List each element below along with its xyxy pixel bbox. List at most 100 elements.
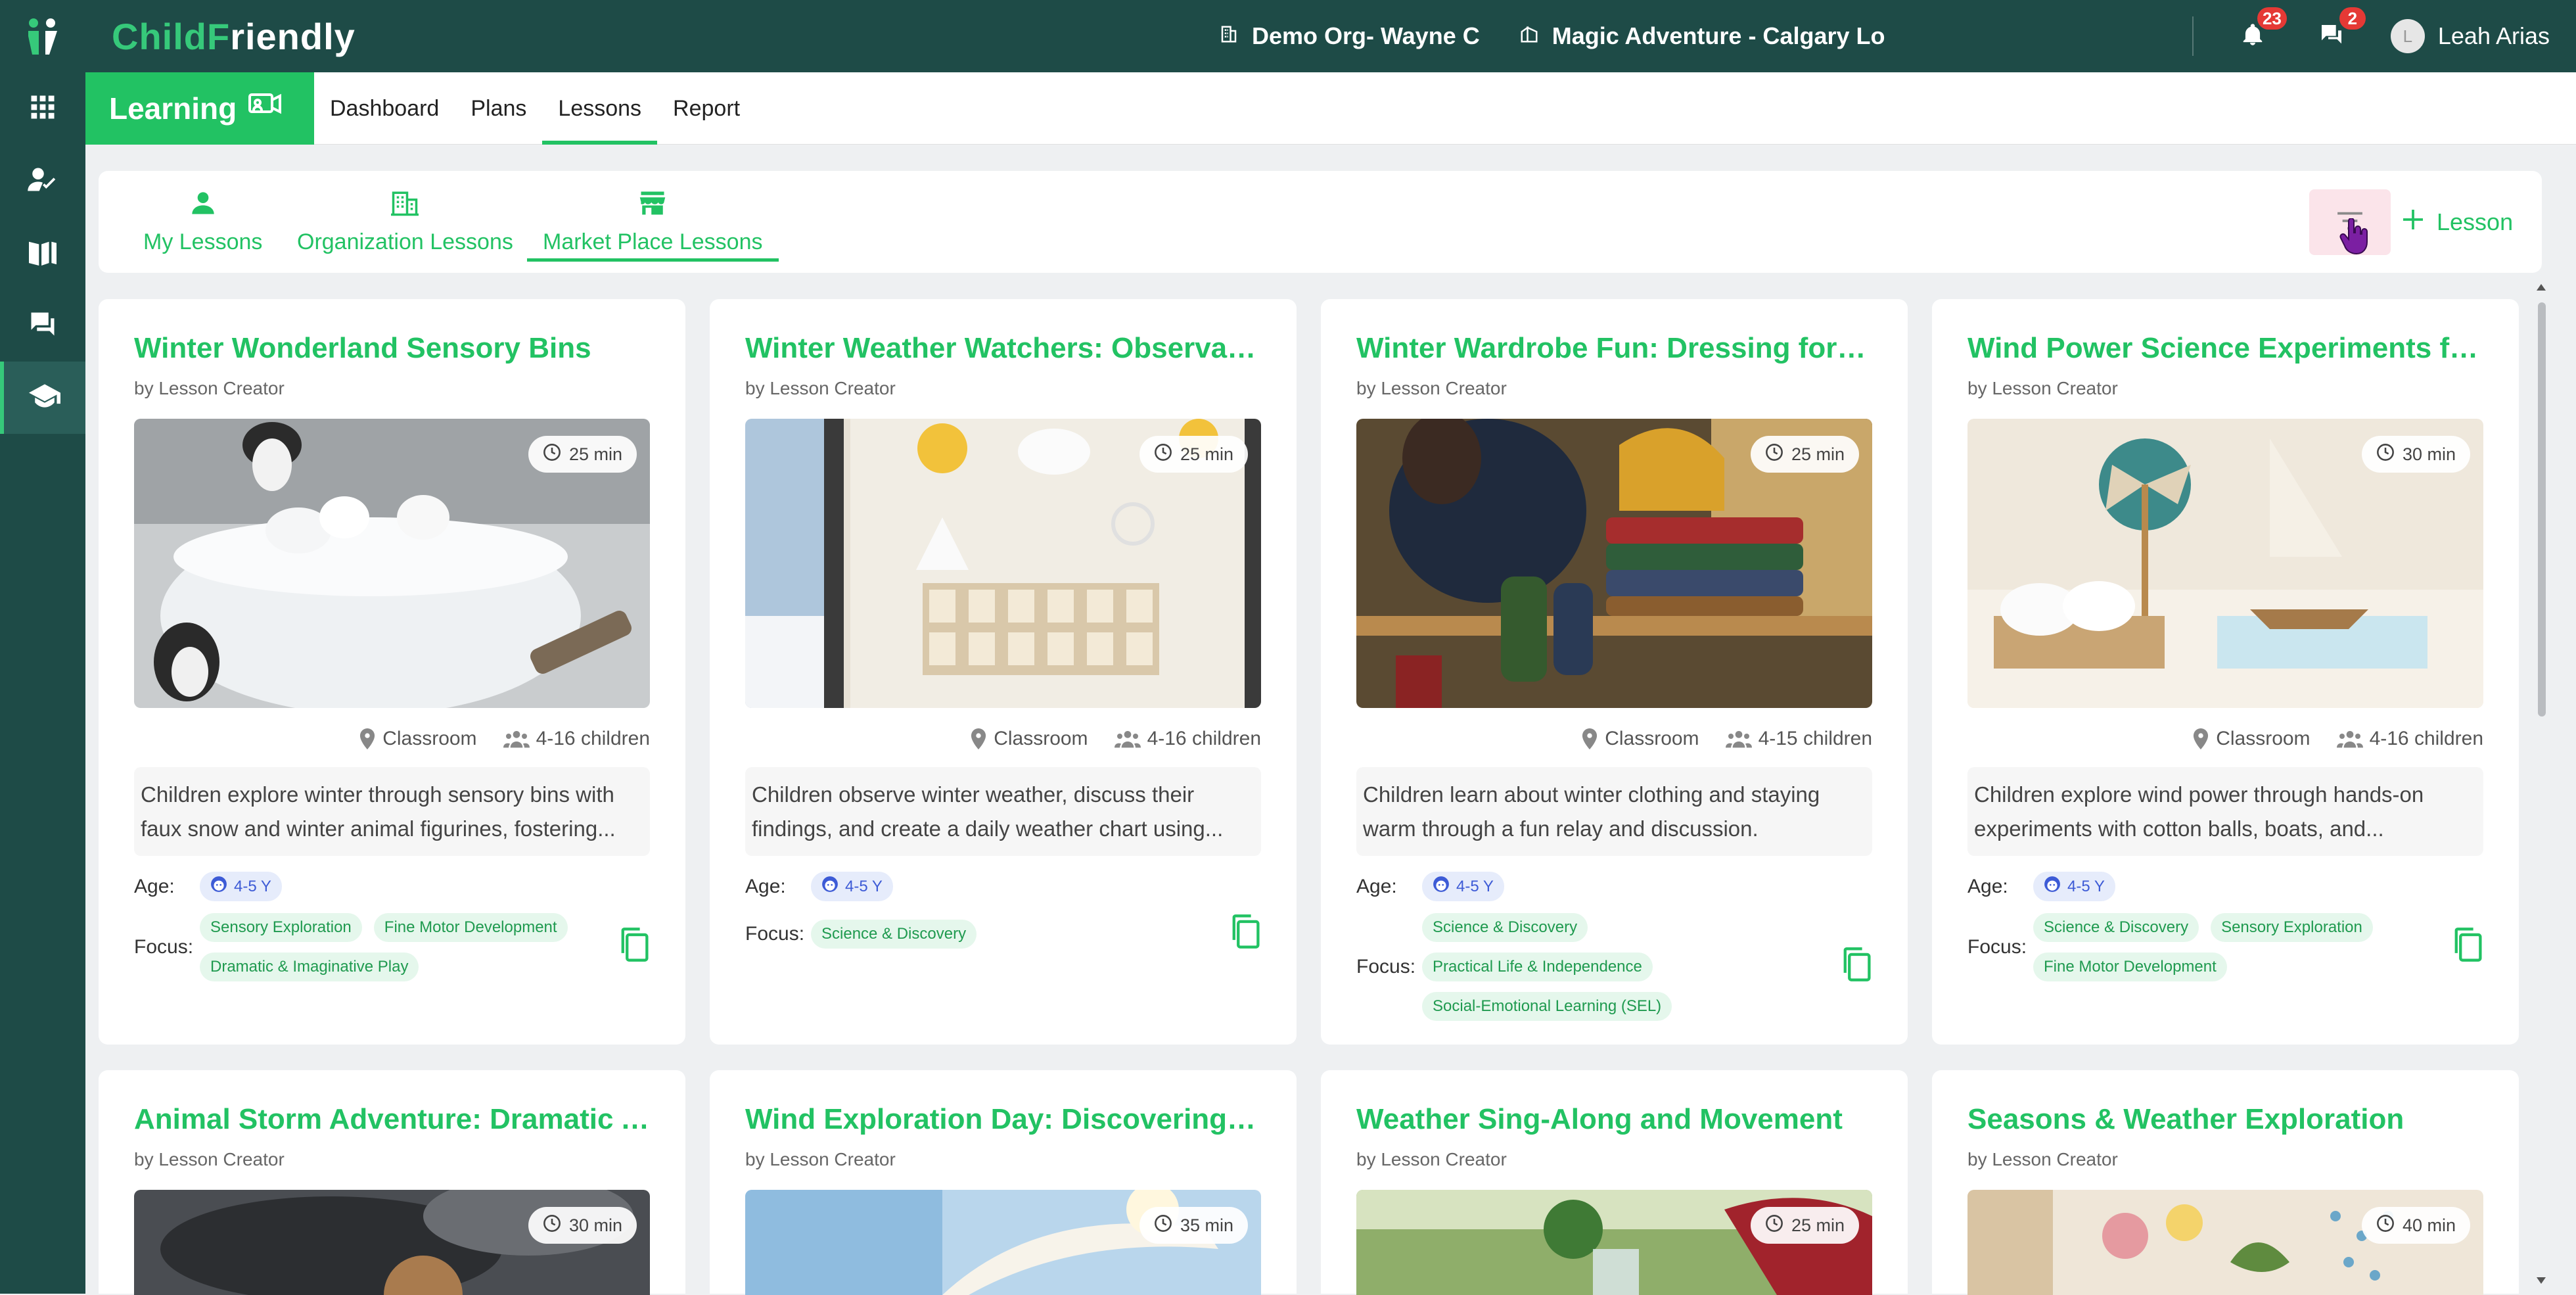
sidebar-item-apps[interactable] bbox=[0, 72, 85, 145]
age-label: Age: bbox=[1967, 875, 2008, 897]
group-size: 4-16 children bbox=[503, 728, 650, 750]
clock-icon bbox=[1154, 1214, 1172, 1237]
lesson-card[interactable]: Winter Weather Watchers: Observati... by… bbox=[710, 299, 1297, 1045]
user-name: Leah Arias bbox=[2437, 22, 2550, 49]
lesson-author: by Lesson Creator bbox=[1356, 1149, 1507, 1169]
lesson-title[interactable]: Winter Wonderland Sensory Bins bbox=[134, 332, 650, 365]
age-row: Age: 4-5 Y bbox=[745, 872, 1261, 901]
person-check-icon bbox=[28, 166, 58, 197]
tab-organization-lessons[interactable]: Organization Lessons bbox=[297, 189, 513, 262]
clock-icon bbox=[1765, 1214, 1783, 1237]
lesson-title[interactable]: Winter Wardrobe Fun: Dressing for C... bbox=[1356, 332, 1872, 365]
lesson-image: 25 min bbox=[1356, 1190, 1872, 1295]
module-title[interactable]: Learning bbox=[85, 72, 314, 145]
learning-screen-icon bbox=[248, 91, 283, 126]
lesson-meta: Classroom 4-16 children bbox=[134, 728, 650, 750]
tab-market-place-lessons[interactable]: Market Place Lessons bbox=[527, 189, 779, 262]
focus-tags: Science & Discovery Practical Life & Ind… bbox=[1422, 913, 1816, 1021]
lesson-author: by Lesson Creator bbox=[134, 378, 285, 398]
age-chip: 4-5 Y bbox=[2033, 872, 2115, 901]
lesson-description: Children explore winter through sensory … bbox=[134, 767, 650, 856]
plus-icon bbox=[2401, 208, 2425, 237]
child-face-icon bbox=[2044, 876, 2061, 897]
age-label: Age: bbox=[745, 875, 786, 897]
age-row: Age: 4-5 Y bbox=[1967, 872, 2483, 901]
duration-text: 30 min bbox=[568, 1215, 622, 1235]
lesson-card[interactable]: Winter Wonderland Sensory Bins by Lesson… bbox=[99, 299, 685, 1045]
lesson-image: 25 min bbox=[1356, 419, 1872, 708]
add-lesson-button[interactable]: Lesson bbox=[2401, 189, 2513, 255]
lesson-card[interactable]: Animal Storm Adventure: Dramatic A... by… bbox=[99, 1070, 685, 1295]
child-face-icon bbox=[821, 876, 839, 897]
lesson-title[interactable]: Winter Weather Watchers: Observati... bbox=[745, 332, 1261, 365]
clock-icon bbox=[1765, 443, 1783, 466]
tab-label: Market Place Lessons bbox=[543, 229, 763, 254]
focus-tag: Fine Motor Development bbox=[2033, 953, 2227, 981]
notifications-badge: 23 bbox=[2257, 7, 2287, 30]
lesson-image: 30 min bbox=[1967, 419, 2483, 708]
brand[interactable]: ChildFriendly bbox=[20, 0, 356, 72]
brand-name: ChildFriendly bbox=[112, 15, 356, 57]
notifications-button[interactable]: 23 bbox=[2233, 7, 2287, 56]
nav-lessons[interactable]: Lessons bbox=[542, 72, 658, 145]
scroll-thumb[interactable] bbox=[2538, 302, 2546, 717]
focus-tags: Science & Discovery bbox=[811, 920, 1205, 949]
vertical-scrollbar[interactable] bbox=[2534, 283, 2548, 1294]
nav-report[interactable]: Report bbox=[657, 72, 756, 145]
lesson-card[interactable]: Wind Exploration Day: Discovering H... b… bbox=[710, 1070, 1297, 1295]
age-chip: 4-5 Y bbox=[200, 872, 282, 901]
sidebar-item-attendance[interactable] bbox=[0, 145, 85, 217]
lesson-author: by Lesson Creator bbox=[1967, 378, 2118, 398]
lesson-card[interactable]: Weather Sing-Along and Movement by Lesso… bbox=[1321, 1070, 1908, 1295]
messages-button[interactable]: 2 bbox=[2312, 7, 2366, 56]
lesson-title[interactable]: Wind Exploration Day: Discovering H... bbox=[745, 1103, 1261, 1136]
sidebar-item-learning[interactable] bbox=[0, 362, 85, 434]
lesson-author: by Lesson Creator bbox=[1356, 378, 1507, 398]
copy-lesson-icon[interactable] bbox=[618, 926, 650, 968]
location-item[interactable]: Magic Adventure - Calgary Lo bbox=[1519, 22, 1885, 50]
user-menu[interactable]: L Leah Arias bbox=[2390, 19, 2550, 53]
scroll-down-arrow-icon[interactable] bbox=[2535, 1276, 2547, 1288]
nav-dashboard[interactable]: Dashboard bbox=[314, 72, 455, 145]
nav-links: Dashboard Plans Lessons Report bbox=[314, 72, 756, 145]
office-building-icon bbox=[1219, 22, 1239, 50]
focus-tag: Sensory Exploration bbox=[2211, 913, 2373, 942]
lesson-image: 30 min bbox=[134, 1190, 650, 1295]
sidebar-item-library[interactable] bbox=[0, 217, 85, 289]
scroll-up-arrow-icon[interactable] bbox=[2535, 283, 2547, 295]
age-chip: 4-5 Y bbox=[1422, 872, 1504, 901]
focus-tag: Social-Emotional Learning (SEL) bbox=[1422, 992, 1672, 1021]
copy-lesson-icon[interactable] bbox=[1230, 913, 1261, 955]
add-lesson-label: Lesson bbox=[2437, 208, 2514, 235]
lesson-card[interactable]: Winter Wardrobe Fun: Dressing for C... b… bbox=[1321, 299, 1908, 1045]
clock-icon bbox=[2376, 443, 2395, 466]
org-name: Demo Org- Wayne C bbox=[1252, 22, 1480, 49]
lesson-card[interactable]: Wind Power Science Experiments for... by… bbox=[1932, 299, 2519, 1045]
lesson-title[interactable]: Weather Sing-Along and Movement bbox=[1356, 1103, 1872, 1136]
lesson-description: Children observe winter weather, discuss… bbox=[745, 767, 1261, 856]
lesson-title[interactable]: Wind Power Science Experiments for... bbox=[1967, 332, 2483, 365]
graduation-cap-icon bbox=[29, 383, 60, 413]
lesson-card[interactable]: Seasons & Weather Exploration by Lesson … bbox=[1932, 1070, 2519, 1295]
focus-row: Focus: Sensory Exploration Fine Motor De… bbox=[134, 913, 650, 981]
group-icon bbox=[1114, 730, 1141, 748]
sidebar-item-messages[interactable] bbox=[0, 289, 85, 362]
copy-lesson-icon[interactable] bbox=[1841, 946, 1872, 988]
copy-lesson-icon[interactable] bbox=[2452, 926, 2483, 968]
map-pin-icon bbox=[970, 728, 987, 749]
duration-badge: 25 min bbox=[528, 436, 637, 473]
lesson-image: 35 min bbox=[745, 1190, 1261, 1295]
tab-my-lessons[interactable]: My Lessons bbox=[143, 189, 262, 262]
lesson-image: 25 min bbox=[745, 419, 1261, 708]
module-navbar: Learning Dashboard Plans Lessons Report bbox=[85, 72, 2576, 145]
group-size: 4-16 children bbox=[1114, 728, 1261, 750]
focus-tag: Practical Life & Independence bbox=[1422, 953, 1653, 981]
lesson-title[interactable]: Animal Storm Adventure: Dramatic A... bbox=[134, 1103, 650, 1136]
org-item[interactable]: Demo Org- Wayne C bbox=[1219, 22, 1480, 50]
focus-label: Focus: bbox=[745, 923, 805, 945]
clock-icon bbox=[2376, 1214, 2395, 1237]
focus-row: Focus: Science & Discovery Practical Lif… bbox=[1356, 913, 1872, 1021]
nav-plans[interactable]: Plans bbox=[455, 72, 542, 145]
lesson-title[interactable]: Seasons & Weather Exploration bbox=[1967, 1103, 2483, 1136]
divider bbox=[2192, 16, 2194, 56]
